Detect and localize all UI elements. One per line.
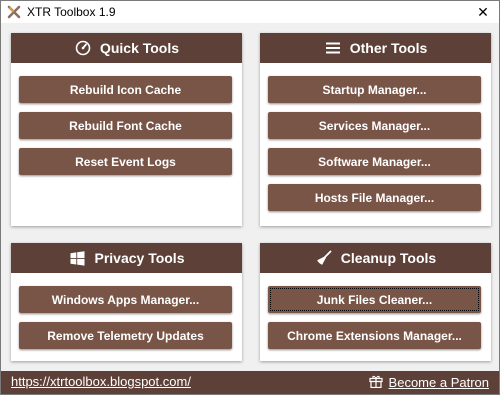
- panel-header-cleanup-tools: Cleanup Tools: [260, 243, 491, 273]
- panel-title: Other Tools: [349, 40, 428, 56]
- junk-files-cleaner-button[interactable]: Junk Files Cleaner...: [268, 286, 481, 313]
- main-content: Quick Tools Rebuild Icon Cache Rebuild F…: [1, 23, 499, 371]
- hosts-file-manager-button[interactable]: Hosts File Manager...: [268, 184, 481, 211]
- speedometer-icon: [74, 39, 92, 57]
- rebuild-icon-cache-button[interactable]: Rebuild Icon Cache: [19, 76, 232, 103]
- windows-icon: [68, 249, 86, 267]
- app-window: XTR Toolbox 1.9 ✕ Quick Tools Rebuild Ic…: [0, 0, 500, 395]
- title-bar[interactable]: XTR Toolbox 1.9 ✕: [1, 1, 499, 23]
- close-icon[interactable]: ✕: [467, 1, 499, 23]
- services-manager-button[interactable]: Services Manager...: [268, 112, 481, 139]
- startup-manager-button[interactable]: Startup Manager...: [268, 76, 481, 103]
- remove-telemetry-updates-button[interactable]: Remove Telemetry Updates: [19, 322, 232, 349]
- rebuild-font-cache-button[interactable]: Rebuild Font Cache: [19, 112, 232, 139]
- broom-icon: [315, 249, 333, 267]
- panel-header-other-tools: Other Tools: [260, 33, 491, 63]
- app-logo-icon: [7, 5, 21, 19]
- blog-link[interactable]: https://xtrtoolbox.blogspot.com/: [11, 374, 191, 389]
- gift-icon: [368, 374, 383, 391]
- panel-other-tools: Other Tools Startup Manager... Services …: [260, 33, 491, 226]
- panel-header-quick-tools: Quick Tools: [11, 33, 242, 63]
- panel-title: Cleanup Tools: [340, 250, 437, 266]
- window-title: XTR Toolbox 1.9: [27, 5, 116, 19]
- panel-title: Privacy Tools: [94, 250, 185, 266]
- footer-bar: https://xtrtoolbox.blogspot.com/ Become …: [1, 371, 499, 394]
- patron-label: Become a Patron: [388, 375, 489, 390]
- panel-quick-tools: Quick Tools Rebuild Icon Cache Rebuild F…: [11, 33, 242, 226]
- chrome-extensions-manager-button[interactable]: Chrome Extensions Manager...: [268, 322, 481, 349]
- become-patron-link[interactable]: Become a Patron: [368, 374, 489, 391]
- software-manager-button[interactable]: Software Manager...: [268, 148, 481, 175]
- panel-title: Quick Tools: [99, 40, 180, 56]
- menu-icon: [324, 39, 342, 57]
- reset-event-logs-button[interactable]: Reset Event Logs: [19, 148, 232, 175]
- panel-cleanup-tools: Cleanup Tools Junk Files Cleaner... Chro…: [260, 243, 491, 361]
- panel-privacy-tools: Privacy Tools Windows Apps Manager... Re…: [11, 243, 242, 361]
- windows-apps-manager-button[interactable]: Windows Apps Manager...: [19, 286, 232, 313]
- panel-header-privacy-tools: Privacy Tools: [11, 243, 242, 273]
